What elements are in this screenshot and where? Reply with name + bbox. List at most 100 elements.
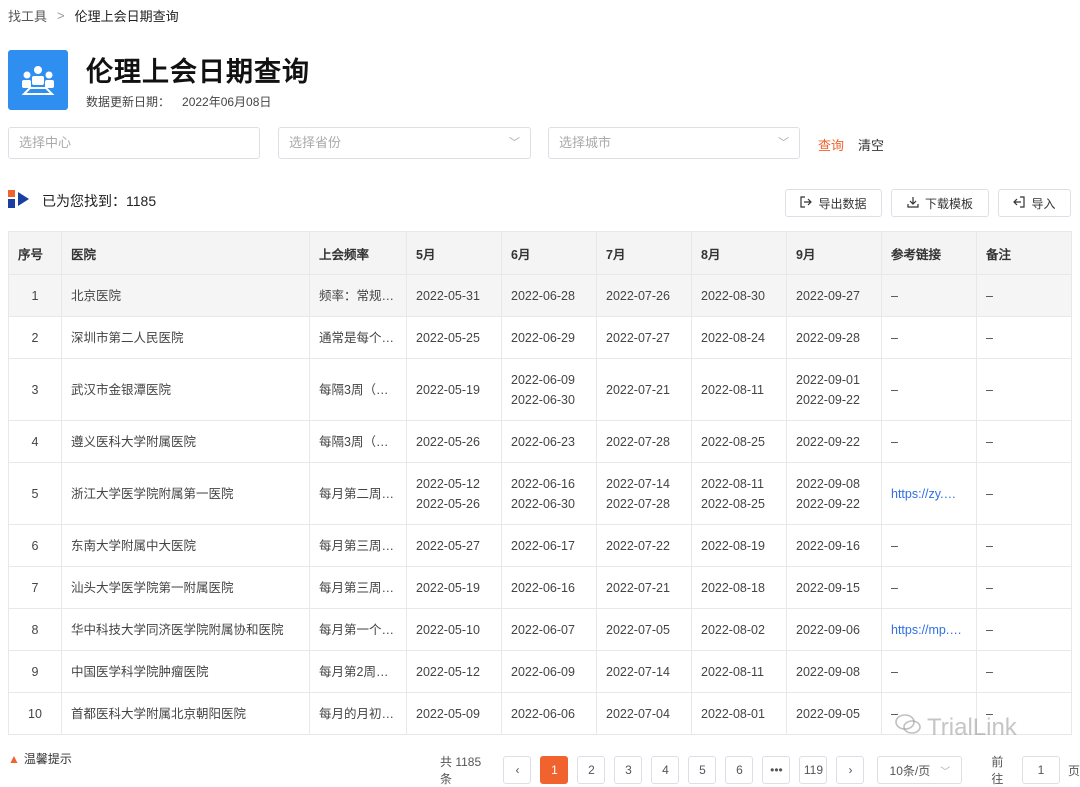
table-row[interactable]: 2 深圳市第二人民医院 通常是每个… 2022-05-25 2022-06-29 2022…: [8, 316, 1072, 359]
page-button[interactable]: 5: [688, 756, 717, 784]
date-value: 2022-09-01: [796, 372, 860, 387]
date-value: 2022-09-22: [796, 434, 860, 449]
date-value: 2022-05-10: [416, 622, 480, 637]
download-icon: [907, 196, 919, 211]
chevron-right-icon: ›: [848, 763, 853, 777]
date-july: 2022-07-27: [596, 316, 692, 359]
date-july: 2022-07-26: [596, 274, 692, 317]
page-button[interactable]: 3: [614, 756, 643, 784]
goto-page-input[interactable]: 1: [1022, 756, 1060, 784]
date-value: 2022-07-28: [606, 434, 670, 449]
meeting-frequency: 每隔3周（…: [309, 358, 407, 421]
page-button[interactable]: 2: [577, 756, 606, 784]
table-row[interactable]: 8 华中科技大学同济医学院附属协和医院 每月第一个… 2022-05-10 2022-0…: [8, 608, 1072, 651]
reference-link: –: [881, 420, 977, 463]
date-value: 2022-06-30: [511, 392, 575, 407]
table-row[interactable]: 4 遵义医科大学附属医院 每隔3周（… 2022-05-26 2022-06-23 202…: [8, 420, 1072, 463]
page-button[interactable]: 119: [799, 756, 828, 784]
remark: –: [976, 316, 1072, 359]
city-select[interactable]: 选择城市 ﹀: [548, 127, 800, 159]
result-count-label: 已为您找到：: [42, 192, 126, 209]
row-number: 3: [8, 358, 62, 421]
date-value: 2022-09-28: [796, 330, 860, 345]
date-may: 2022-05-31: [406, 274, 502, 317]
column-header: 6月: [501, 231, 597, 275]
date-august: 2022-08-11 2022-08-25: [691, 462, 787, 525]
date-value: 2022-07-05: [606, 622, 670, 637]
date-august: 2022-08-24: [691, 316, 787, 359]
date-value: 2022-05-12: [416, 664, 480, 679]
province-select[interactable]: 选择省份 ﹀: [278, 127, 531, 159]
download-template-button[interactable]: 下载模板: [891, 189, 989, 217]
reference-link[interactable]: https://mp.…: [881, 608, 977, 651]
date-value: 2022-05-09: [416, 706, 480, 721]
clear-button[interactable]: 清空: [858, 135, 884, 154]
date-may: 2022-05-26: [406, 420, 502, 463]
date-may: 2022-05-27: [406, 524, 502, 567]
table-row[interactable]: 5 浙江大学医学院附属第一医院 每月第二周… 2022-05-12 2022-05-26…: [8, 462, 1072, 525]
reference-link: –: [881, 650, 977, 693]
breadcrumb-parent-link[interactable]: 找工具: [8, 6, 47, 25]
import-button[interactable]: 导入: [998, 189, 1071, 217]
reference-link: –: [881, 358, 977, 421]
date-value: 2022-05-31: [416, 288, 480, 303]
date-value: 2022-09-27: [796, 288, 860, 303]
date-value: 2022-09-08: [796, 476, 860, 491]
center-select[interactable]: 选择中心: [8, 127, 260, 159]
date-value: 2022-06-30: [511, 496, 575, 511]
date-september: 2022-09-27: [786, 274, 882, 317]
date-value: 2022-06-06: [511, 706, 575, 721]
reference-link[interactable]: https://zy.…: [881, 462, 977, 525]
table-row[interactable]: 9 中国医学科学院肿瘤医院 每月第2周… 2022-05-12 2022-06-09 20…: [8, 650, 1072, 693]
date-value: 2022-08-01: [701, 706, 765, 721]
next-page-button[interactable]: ›: [836, 756, 865, 784]
table-row[interactable]: 6 东南大学附属中大医院 每月第三周… 2022-05-27 2022-06-17 202…: [8, 524, 1072, 567]
page-size-select[interactable]: 10条/页 ﹀: [877, 756, 963, 784]
date-september: 2022-09-06: [786, 608, 882, 651]
date-value: 2022-06-09: [511, 664, 575, 679]
page-unit-label: 页: [1067, 763, 1080, 778]
meeting-frequency: 每隔3周（…: [309, 420, 407, 463]
date-value: 2022-07-22: [606, 538, 670, 553]
query-button[interactable]: 查询: [818, 135, 844, 154]
date-value: 2022-08-11: [701, 476, 765, 491]
page-button[interactable]: 1: [540, 756, 569, 784]
date-value: 2022-05-19: [416, 382, 480, 397]
date-value: 2022-06-09: [511, 372, 575, 387]
reference-link: –: [881, 316, 977, 359]
page-button[interactable]: 6: [725, 756, 754, 784]
row-number: 6: [8, 524, 62, 567]
results-table: 序号 医院 上会频率 5月 6月 7月 8月 9月 参考链接 备注 1 北京医院频…: [8, 231, 1072, 735]
date-june: 2022-06-09 2022-06-30: [501, 358, 597, 421]
hospital-name: 浙江大学医学院附属第一医院: [61, 462, 310, 525]
page-button[interactable]: 4: [651, 756, 680, 784]
table-row[interactable]: 3 武汉市金银潭医院 每隔3周（… 2022-05-19 2022-06-09 2022-…: [8, 358, 1072, 421]
remark: –: [976, 524, 1072, 567]
date-value: 2022-05-26: [416, 496, 480, 511]
hospital-name: 汕头大学医学院第一附属医院: [61, 566, 310, 609]
date-value: 2022-08-30: [701, 288, 765, 303]
date-august: 2022-08-18: [691, 566, 787, 609]
date-june: 2022-06-23: [501, 420, 597, 463]
tip-notice[interactable]: ▲ 温馨提示: [8, 750, 72, 767]
watermark-text: TrialLink: [927, 713, 1017, 741]
date-august: 2022-08-01: [691, 692, 787, 735]
table-row[interactable]: 1 北京医院 频率：常规… 2022-05-31 2022-06-28 2022-07-2…: [8, 274, 1072, 317]
import-icon: [1013, 195, 1026, 211]
date-value: 2022-07-27: [606, 330, 670, 345]
table-row[interactable]: 7 汕头大学医学院第一附属医院 每月第三周… 2022-05-19 2022-06-16…: [8, 566, 1072, 609]
chevron-left-icon: ‹: [515, 763, 520, 777]
date-value: 2022-09-05: [796, 706, 860, 721]
export-data-button[interactable]: 导出数据: [785, 189, 882, 217]
date-september: 2022-09-16: [786, 524, 882, 567]
more-pages-button[interactable]: •••: [762, 756, 791, 784]
row-number: 7: [8, 566, 62, 609]
meeting-frequency: 每月第2周…: [309, 650, 407, 693]
date-value: 2022-09-06: [796, 622, 860, 637]
date-june: 2022-06-16: [501, 566, 597, 609]
update-date: 数据更新日期： 2022年06月08日: [86, 93, 271, 110]
date-value: 2022-07-14: [606, 664, 670, 679]
page-title: 伦理上会日期查询: [86, 57, 310, 87]
prev-page-button[interactable]: ‹: [503, 756, 532, 784]
date-may: 2022-05-19: [406, 566, 502, 609]
